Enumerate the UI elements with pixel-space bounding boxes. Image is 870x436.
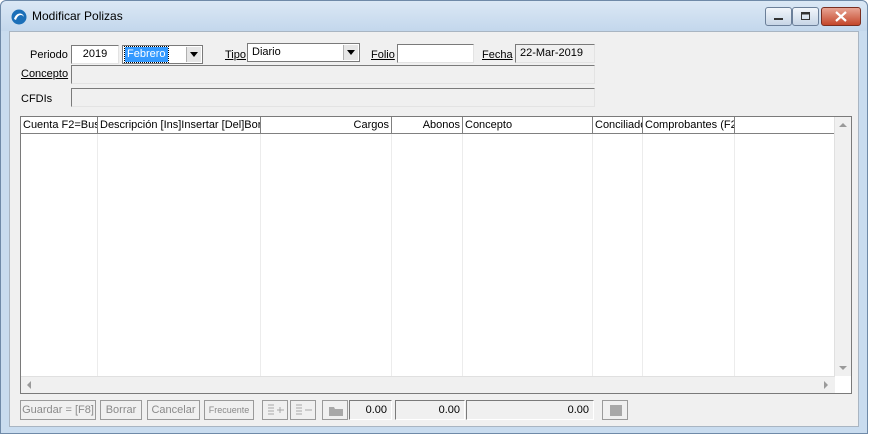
cancel-button[interactable]: Cancelar: [147, 400, 200, 420]
total-field-2: 0.00: [395, 400, 465, 420]
delete-row-icon: [296, 404, 312, 415]
concepto-field[interactable]: [71, 65, 595, 84]
column-header-abonos[interactable]: Abonos: [392, 117, 463, 133]
column-divider: [734, 134, 735, 376]
chevron-down-icon[interactable]: [186, 47, 201, 62]
chevron-down-icon[interactable]: [343, 45, 358, 60]
close-icon: [835, 11, 847, 22]
save-button[interactable]: Guardar = [F8]: [20, 400, 96, 420]
column-divider: [592, 134, 593, 376]
app-logo-icon: [11, 9, 27, 25]
folder-button[interactable]: [322, 400, 348, 420]
insert-row-button[interactable]: [262, 400, 288, 420]
column-divider: [97, 134, 98, 376]
minimize-icon: [774, 18, 783, 20]
folder-icon: [329, 407, 343, 416]
scroll-right-icon[interactable]: [818, 377, 834, 393]
column-header-conciliado[interactable]: Conciliado: [593, 117, 643, 133]
tipo-label: Tipo: [225, 49, 246, 61]
form-body: Periodo 2019 Febrero Tipo Diario Folio F…: [9, 31, 859, 427]
entries-grid[interactable]: Cuenta F2=Buscar Descripción [Ins]Insert…: [20, 116, 852, 394]
scroll-up-icon[interactable]: [835, 117, 851, 133]
frequent-button[interactable]: Frecuente: [204, 400, 254, 420]
delete-button[interactable]: Borrar: [100, 400, 142, 420]
column-header-cargos[interactable]: Cargos: [261, 117, 392, 133]
column-divider: [462, 134, 463, 376]
column-header-descripcion[interactable]: Descripción [Ins]Insertar [Del]Borrar: [98, 117, 261, 133]
minimize-button[interactable]: [765, 7, 792, 26]
window-title: Modificar Polizas: [32, 9, 123, 23]
maximize-icon: [801, 12, 810, 20]
attach-button[interactable]: [602, 400, 628, 420]
month-select[interactable]: Febrero: [122, 45, 203, 64]
grid-header: Cuenta F2=Buscar Descripción [Ins]Insert…: [21, 117, 835, 134]
year-field[interactable]: 2019: [71, 45, 119, 64]
document-icon: [610, 405, 622, 416]
scroll-down-icon[interactable]: [835, 360, 851, 376]
folio-label: Folio: [371, 49, 395, 61]
folio-field[interactable]: [397, 44, 474, 63]
horizontal-scrollbar[interactable]: [21, 376, 835, 393]
column-divider: [391, 134, 392, 376]
delete-row-button[interactable]: [290, 400, 316, 420]
insert-row-icon: [268, 404, 284, 415]
column-header-cuenta[interactable]: Cuenta F2=Buscar: [21, 117, 98, 133]
total-field-1: 0.00: [349, 400, 392, 420]
fecha-field[interactable]: 22-Mar-2019: [515, 44, 595, 63]
window: Modificar Polizas Periodo 2019 Febrero T…: [0, 0, 868, 434]
concepto-label: Concepto: [21, 68, 69, 80]
periodo-label: Periodo: [30, 49, 68, 61]
column-divider: [260, 134, 261, 376]
cfdis-field[interactable]: [71, 88, 595, 107]
scroll-left-icon[interactable]: [21, 377, 37, 393]
column-header-comprobantes[interactable]: Comprobantes (F2): [643, 117, 735, 133]
month-value: Febrero: [124, 46, 169, 63]
cfdis-label: CFDIs: [21, 93, 53, 105]
vertical-scrollbar[interactable]: [834, 117, 851, 376]
tipo-select[interactable]: Diario: [247, 43, 360, 62]
close-button[interactable]: [821, 7, 861, 26]
fecha-label: Fecha: [482, 49, 513, 61]
title-bar[interactable]: Modificar Polizas: [1, 1, 867, 31]
total-field-3: 0.00: [466, 400, 594, 420]
column-divider: [642, 134, 643, 376]
maximize-button[interactable]: [792, 7, 819, 26]
tipo-value: Diario: [252, 46, 281, 58]
column-header-concepto[interactable]: Concepto: [463, 117, 593, 133]
